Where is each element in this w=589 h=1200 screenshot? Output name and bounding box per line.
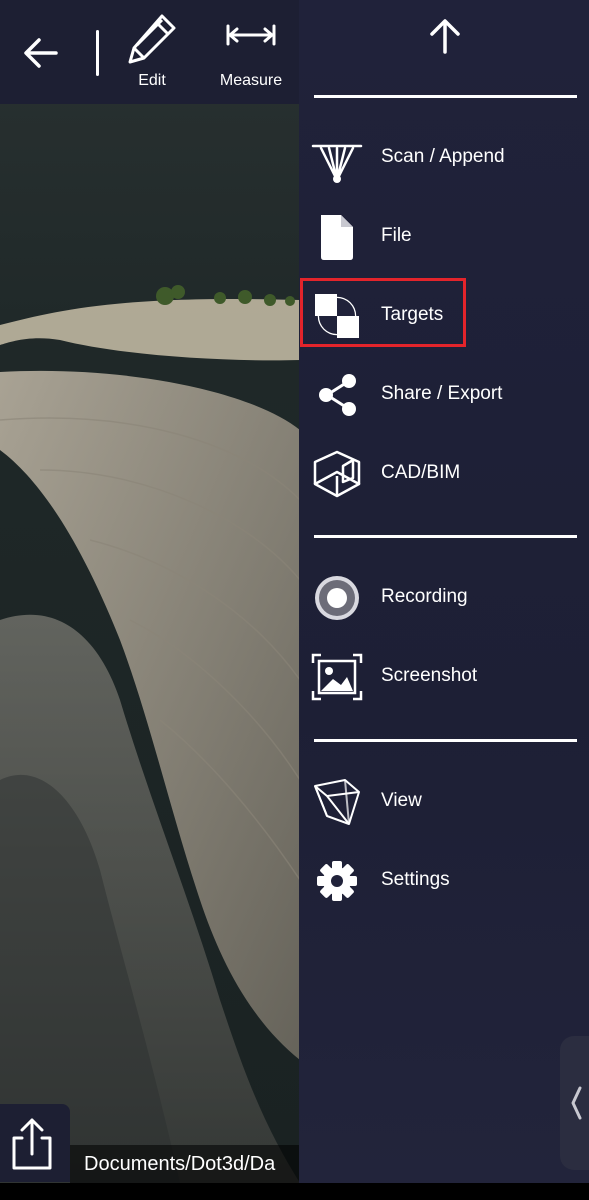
recording-icon <box>311 572 363 624</box>
arrow-left-icon <box>24 38 58 68</box>
menu-item-label: View <box>381 790 422 811</box>
cad-bim-icon <box>311 448 363 500</box>
point-cloud-render <box>0 285 300 1183</box>
toolbar-divider <box>96 30 99 76</box>
share-icon <box>311 369 363 421</box>
menu-item-settings[interactable]: Settings <box>299 849 589 913</box>
scan-append-icon <box>311 132 363 184</box>
gear-icon <box>311 855 363 907</box>
menu-item-label: Scan / Append <box>381 146 505 167</box>
collapse-menu-button[interactable] <box>423 14 467 58</box>
upload-share-icon <box>12 1118 52 1170</box>
file-path-label: Documents/Dot3d/Da <box>70 1145 299 1183</box>
screenshot-icon <box>311 651 363 703</box>
menu-item-label: Recording <box>381 586 468 607</box>
menu-item-view[interactable]: View <box>299 770 589 834</box>
point-cloud-viewport[interactable] <box>0 0 300 1183</box>
menu-item-recording[interactable]: Recording <box>299 566 589 630</box>
side-menu: Scan / Append File Targets Share / Expor… <box>299 0 589 1183</box>
menu-item-cad-bim[interactable]: CAD/BIM <box>299 442 589 506</box>
menu-item-label: Settings <box>381 869 450 890</box>
menu-item-share-export[interactable]: Share / Export <box>299 363 589 427</box>
system-nav-bar <box>0 1183 589 1200</box>
menu-item-file[interactable]: File <box>299 205 589 269</box>
menu-item-label: Share / Export <box>381 383 503 404</box>
top-toolbar: Edit Measure <box>0 0 300 104</box>
menu-item-label: CAD/BIM <box>381 462 461 483</box>
targets-highlight-box <box>300 278 466 347</box>
measure-icon <box>226 24 276 46</box>
menu-separator <box>314 739 577 742</box>
edit-button[interactable]: Edit <box>122 12 182 96</box>
pencil-icon <box>128 14 176 64</box>
menu-item-scan-append[interactable]: Scan / Append <box>299 126 589 190</box>
menu-item-label: File <box>381 225 412 246</box>
measure-label: Measure <box>219 72 283 89</box>
chevron-left-icon <box>571 1086 582 1120</box>
share-export-button[interactable] <box>0 1104 70 1182</box>
menu-item-screenshot[interactable]: Screenshot <box>299 645 589 709</box>
measure-button[interactable]: Measure <box>212 12 290 96</box>
back-button[interactable] <box>18 30 64 76</box>
view-cube-icon <box>311 776 363 828</box>
menu-separator <box>314 535 577 538</box>
arrow-up-icon <box>430 19 460 54</box>
drawer-handle[interactable] <box>560 1036 589 1170</box>
file-icon <box>311 211 363 263</box>
edit-label: Edit <box>138 72 166 89</box>
menu-item-label: Screenshot <box>381 665 478 686</box>
menu-separator <box>314 95 577 98</box>
